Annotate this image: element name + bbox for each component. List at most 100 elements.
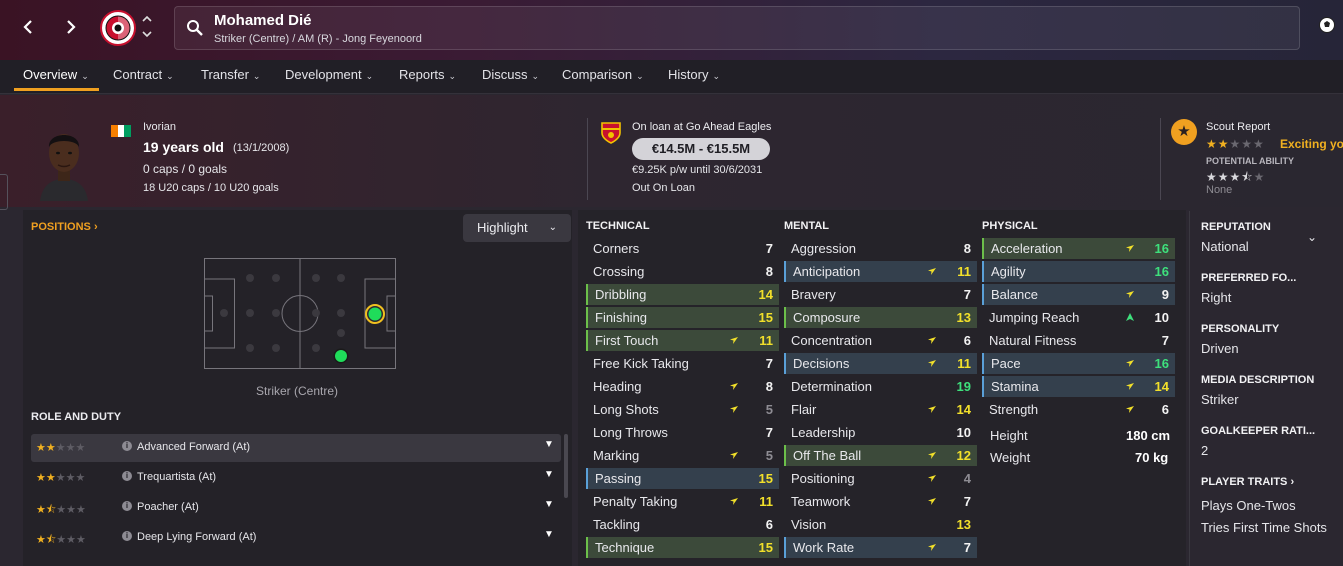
- menu-history[interactable]: History ⌄: [668, 67, 720, 82]
- back-button[interactable]: [15, 14, 41, 42]
- goalkeeper-rating-label: GOALKEEPER RATI...: [1201, 425, 1316, 437]
- chevron-down-icon[interactable]: ▼: [544, 469, 554, 480]
- loan-club-logo[interactable]: [599, 120, 623, 144]
- info-icon[interactable]: i: [122, 441, 132, 451]
- scout-summary: Exciting yo: [1280, 137, 1343, 151]
- attribute-row-flair[interactable]: Flair 14: [784, 399, 977, 420]
- chevron-down-icon[interactable]: ⌄: [1307, 230, 1317, 244]
- chevron-down-icon: ⌄: [531, 71, 540, 81]
- attribute-row-crossing[interactable]: Crossing 8: [586, 261, 779, 282]
- chevron-down-icon: ⌄: [636, 71, 644, 81]
- info-icon[interactable]: i: [122, 471, 132, 481]
- attribute-row-passing[interactable]: Passing 15: [586, 468, 779, 489]
- attribute-row-natural-fitness[interactable]: Natural Fitness 7: [982, 330, 1175, 351]
- attribute-row-free-kick-taking[interactable]: Free Kick Taking 7: [586, 353, 779, 374]
- football-icon[interactable]: [1318, 16, 1336, 39]
- menu-overview[interactable]: Overview ⌄: [23, 67, 89, 82]
- attribute-row-strength[interactable]: Strength 6: [982, 399, 1175, 420]
- highlight-dropdown[interactable]: Highlight ⌄: [463, 214, 571, 242]
- attribute-row-technique[interactable]: Technique 15: [586, 537, 779, 558]
- menu-reports[interactable]: Reports ⌄: [399, 67, 456, 82]
- side-handle[interactable]: [0, 174, 8, 210]
- attribute-row-work-rate[interactable]: Work Rate 7: [784, 537, 977, 558]
- attribute-value: 15: [758, 310, 773, 325]
- chevron-down-icon: ⌄: [448, 71, 457, 81]
- attribute-name: Aggression: [791, 241, 857, 256]
- roles-scrollbar[interactable]: [564, 434, 568, 498]
- feyenoord-crest-icon: [103, 13, 133, 43]
- menu-contract[interactable]: Contract ⌄: [113, 67, 174, 82]
- attribute-row-vision[interactable]: Vision 13: [784, 514, 977, 535]
- attribute-row-bravery[interactable]: Bravery 7: [784, 284, 977, 305]
- attribute-row-stamina[interactable]: Stamina 14: [982, 376, 1175, 397]
- attribute-row-heading[interactable]: Heading 8: [586, 376, 779, 397]
- attribute-row-composure[interactable]: Composure 13: [784, 307, 977, 328]
- attribute-row-dribbling[interactable]: Dribbling 14: [586, 284, 779, 305]
- age: 19 years old: [143, 139, 224, 155]
- menu-label: Comparison: [562, 67, 633, 82]
- personality-label: PERSONALITY: [1201, 323, 1280, 335]
- attribute-row-jumping-reach[interactable]: Jumping Reach 10: [982, 307, 1175, 328]
- club-logo[interactable]: [100, 10, 136, 46]
- attribute-row-tackling[interactable]: Tackling 6: [586, 514, 779, 535]
- scout-star-icon[interactable]: ★: [1171, 119, 1197, 145]
- menu-development[interactable]: Development ⌄: [285, 67, 373, 82]
- transfer-value[interactable]: €14.5M - €15.5M: [632, 138, 770, 160]
- attribute-row-long-shots[interactable]: Long Shots 5: [586, 399, 779, 420]
- chevron-down-icon[interactable]: ▼: [544, 529, 554, 540]
- attribute-row-off-the-ball[interactable]: Off The Ball 12: [784, 445, 977, 466]
- attribute-row-agility[interactable]: Agility 16: [982, 261, 1175, 282]
- player-switch-arrows[interactable]: [140, 12, 154, 44]
- attribute-row-concentration[interactable]: Concentration 6: [784, 330, 977, 351]
- attribute-name: Long Shots: [593, 402, 659, 417]
- attribute-row-positioning[interactable]: Positioning 4: [784, 468, 977, 489]
- attribute-row-aggression[interactable]: Aggression 8: [784, 238, 977, 259]
- arrow-down-icon: [928, 544, 936, 551]
- loan-status[interactable]: On loan at Go Ahead Eagles: [632, 121, 771, 133]
- attribute-row-determination[interactable]: Determination 19: [784, 376, 977, 397]
- menu-comparison[interactable]: Comparison ⌄: [562, 67, 644, 82]
- player-position-club[interactable]: Striker (Centre) / AM (R) - Jong Feyenoo…: [214, 33, 422, 45]
- attribute-row-penalty-taking[interactable]: Penalty Taking 11: [586, 491, 779, 512]
- player-trait: Tries First Time Shots: [1201, 520, 1327, 535]
- reputation-value: National: [1201, 239, 1249, 254]
- attribute-value: 10: [956, 425, 971, 440]
- info-icon[interactable]: i: [122, 501, 132, 511]
- chevron-down-icon[interactable]: ▼: [544, 439, 554, 450]
- player-search-box[interactable]: Mohamed Dié Striker (Centre) / AM (R) - …: [174, 6, 1300, 50]
- attribute-value: 7: [963, 287, 971, 302]
- positions-title: POSITIONS: [31, 221, 91, 233]
- menu-transfer[interactable]: Transfer ⌄: [201, 67, 260, 82]
- attribute-row-corners[interactable]: Corners 7: [586, 238, 779, 259]
- attribute-row-finishing[interactable]: Finishing 15: [586, 307, 779, 328]
- positions-link[interactable]: POSITIONS ›: [31, 221, 98, 233]
- forward-button[interactable]: [58, 14, 84, 42]
- player-traits-link[interactable]: PLAYER TRAITS ›: [1201, 476, 1294, 488]
- attribute-value: 11: [957, 356, 971, 371]
- attribute-row-pace[interactable]: Pace 16: [982, 353, 1175, 374]
- role-row[interactable]: ★★★★★ i Advanced Forward (At) ▼: [31, 434, 561, 462]
- player-avatar: [40, 134, 88, 201]
- attribute-row-marking[interactable]: Marking 5: [586, 445, 779, 466]
- role-row[interactable]: ★⯪★★★ i Deep Lying Forward (At) ▼: [31, 524, 561, 552]
- attribute-row-balance[interactable]: Balance 9: [982, 284, 1175, 305]
- role-row[interactable]: ★⯪★★★ i Poacher (At) ▼: [31, 494, 561, 522]
- menu-label: Transfer: [201, 67, 249, 82]
- position-pitch: [204, 258, 396, 369]
- attribute-row-teamwork[interactable]: Teamwork 7: [784, 491, 977, 512]
- attribute-row-acceleration[interactable]: Acceleration 16: [982, 238, 1175, 259]
- nationality[interactable]: Ivorian: [143, 121, 176, 133]
- attribute-row-first-touch[interactable]: First Touch 11: [586, 330, 779, 351]
- attribute-row-leadership[interactable]: Leadership 10: [784, 422, 977, 443]
- info-icon[interactable]: i: [122, 531, 132, 541]
- attribute-value: 8: [765, 264, 773, 279]
- menu-discuss[interactable]: Discuss ⌄: [482, 67, 539, 82]
- chevron-down-icon[interactable]: ▼: [544, 499, 554, 510]
- attribute-row-anticipation[interactable]: Anticipation 11: [784, 261, 977, 282]
- role-stars: ★★★★★: [36, 472, 86, 484]
- arrow-down-icon: [1126, 406, 1134, 413]
- scout-report-label[interactable]: Scout Report: [1206, 121, 1270, 133]
- role-row[interactable]: ★★★★★ i Trequartista (At) ▼: [31, 464, 561, 492]
- attribute-row-decisions[interactable]: Decisions 11: [784, 353, 977, 374]
- attribute-row-long-throws[interactable]: Long Throws 7: [586, 422, 779, 443]
